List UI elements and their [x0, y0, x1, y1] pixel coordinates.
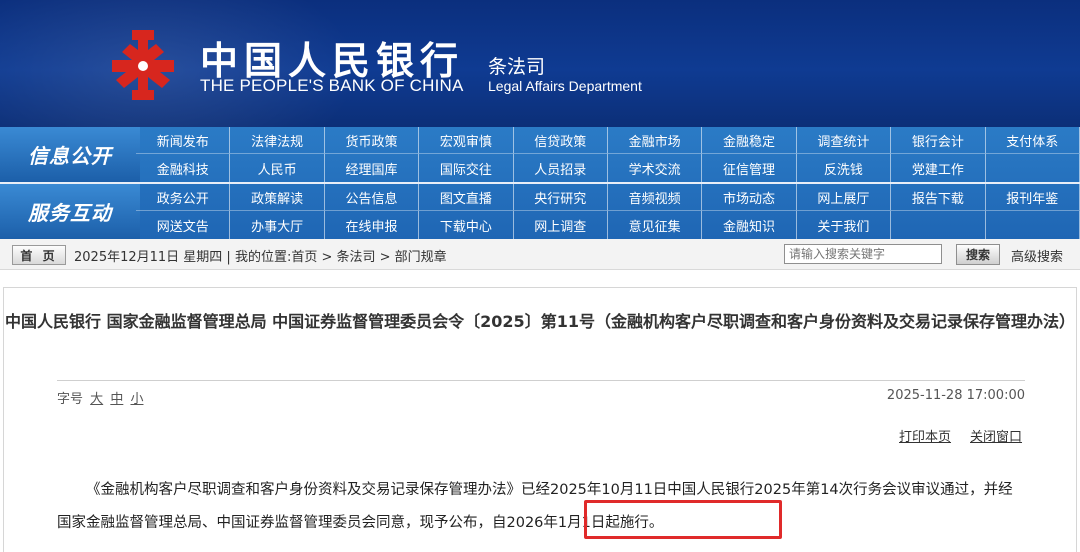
service-item-2-2[interactable]: 办事大厅 — [230, 211, 325, 239]
info-item-1-1[interactable]: 新闻发布 — [136, 127, 231, 154]
service-item-1-7[interactable]: 市场动态 — [702, 184, 797, 211]
service-item-1-1[interactable]: 政务公开 — [136, 184, 231, 211]
service-item-2-4[interactable]: 下载中心 — [419, 211, 514, 239]
font-size-medium[interactable]: 中 — [110, 392, 123, 407]
info-item-1-7[interactable]: 金融稳定 — [702, 127, 797, 154]
header-banner: 中国人民银行 THE PEOPLE'S BANK OF CHINA 条法司 Le… — [0, 0, 1080, 127]
service-item-1-5[interactable]: 央行研究 — [513, 184, 608, 211]
font-size-small[interactable]: 小 — [130, 392, 143, 407]
service-item-2-9 — [891, 211, 986, 239]
info-item-2-9[interactable]: 党建工作 — [891, 154, 986, 182]
advanced-search-link[interactable]: 高级搜索 — [1011, 246, 1063, 265]
highlight-box — [584, 500, 782, 539]
main-nav: 信息公开 新闻发布 法律法规 货币政策 宏观审慎 信贷政策 金融市场 金融稳定 调查统计 银行会… — [0, 127, 1080, 239]
search-input[interactable] — [784, 244, 942, 264]
publish-date: 2025-11-28 17:00:00 — [886, 388, 1025, 403]
service-item-2-7[interactable]: 金融知识 — [702, 211, 797, 239]
nav-grid-info: 新闻发布 法律法规 货币政策 宏观审慎 信贷政策 金融市场 金融稳定 调查统计 银行会计 支付体系… — [136, 127, 1080, 182]
home-button[interactable]: 首 页 — [12, 245, 66, 265]
service-item-2-6[interactable]: 意见征集 — [608, 211, 703, 239]
info-item-2-2[interactable]: 人民币 — [230, 154, 325, 182]
dept-name-cn: 条法司 — [488, 56, 546, 78]
info-item-1-2[interactable]: 法律法规 — [230, 127, 325, 154]
info-item-2-6[interactable]: 学术交流 — [608, 154, 703, 182]
service-item-1-2[interactable]: 政策解读 — [230, 184, 325, 211]
info-item-2-7[interactable]: 征信管理 — [702, 154, 797, 182]
info-item-1-5[interactable]: 信贷政策 — [513, 127, 608, 154]
info-item-1-9[interactable]: 银行会计 — [891, 127, 986, 154]
meta-divider — [57, 380, 1025, 381]
service-item-1-9[interactable]: 报告下载 — [891, 184, 986, 211]
breadcrumb-bar: 首 页 2025年12月11日 星期四 | 我的位置:首页 > 条法司 > 部门… — [0, 239, 1080, 270]
service-item-2-10 — [986, 211, 1080, 239]
print-link[interactable]: 打印本页 — [899, 426, 951, 445]
font-size-label: 字号 — [57, 392, 84, 407]
service-item-2-3[interactable]: 在线申报 — [325, 211, 420, 239]
info-item-2-4[interactable]: 国际交往 — [419, 154, 514, 182]
pboc-logo-icon — [112, 30, 174, 100]
nav-grid-service: 政务公开 政策解读 公告信息 图文直播 央行研究 音频视频 市场动态 网上展厅 报告下载 报刊年鉴… — [136, 184, 1080, 239]
service-item-2-1[interactable]: 网送文告 — [136, 211, 231, 239]
info-item-2-5[interactable]: 人员招录 — [514, 154, 608, 182]
service-item-1-6[interactable]: 音频视频 — [607, 184, 703, 211]
info-item-2-10 — [986, 154, 1080, 182]
service-item-2-5[interactable]: 网上调查 — [514, 211, 608, 239]
service-item-1-3[interactable]: 公告信息 — [324, 184, 420, 211]
info-item-1-10[interactable]: 支付体系 — [985, 127, 1080, 154]
info-item-2-1[interactable]: 金融科技 — [136, 154, 231, 182]
service-item-1-10[interactable]: 报刊年鉴 — [985, 184, 1080, 211]
info-item-1-6[interactable]: 金融市场 — [607, 127, 703, 154]
breadcrumb: 2025年12月11日 星期四 | 我的位置:首页 > 条法司 > 部门规章 — [74, 250, 447, 265]
close-window-link[interactable]: 关闭窗口 — [970, 426, 1022, 445]
search-button[interactable]: 搜索 — [956, 244, 1000, 265]
nav-label-service: 服务互动 — [0, 184, 140, 239]
article-body: 《金融机构客户尽职调查和客户身份资料及交易记录保存管理办法》已经2025年10月… — [57, 482, 1013, 531]
service-item-1-4[interactable]: 图文直播 — [419, 184, 514, 211]
nav-label-info: 信息公开 — [0, 127, 140, 182]
info-item-2-8[interactable]: 反洗钱 — [797, 154, 892, 182]
font-size-control: 字号 大 中 小 — [57, 388, 143, 407]
bank-name-en: THE PEOPLE'S BANK OF CHINA — [200, 76, 464, 95]
service-item-1-8[interactable]: 网上展厅 — [796, 184, 892, 211]
page-title: 中国人民银行 国家金融监督管理总局 中国证券监督管理委员会令〔2025〕第11号… — [5, 312, 1075, 331]
font-size-large[interactable]: 大 — [90, 392, 103, 407]
info-item-1-3[interactable]: 货币政策 — [324, 127, 420, 154]
info-item-1-4[interactable]: 宏观审慎 — [419, 127, 514, 154]
info-item-2-3[interactable]: 经理国库 — [325, 154, 420, 182]
info-item-1-8[interactable]: 调查统计 — [796, 127, 892, 154]
service-item-2-8[interactable]: 关于我们 — [797, 211, 892, 239]
dept-name-en: Legal Affairs Department — [488, 78, 642, 94]
